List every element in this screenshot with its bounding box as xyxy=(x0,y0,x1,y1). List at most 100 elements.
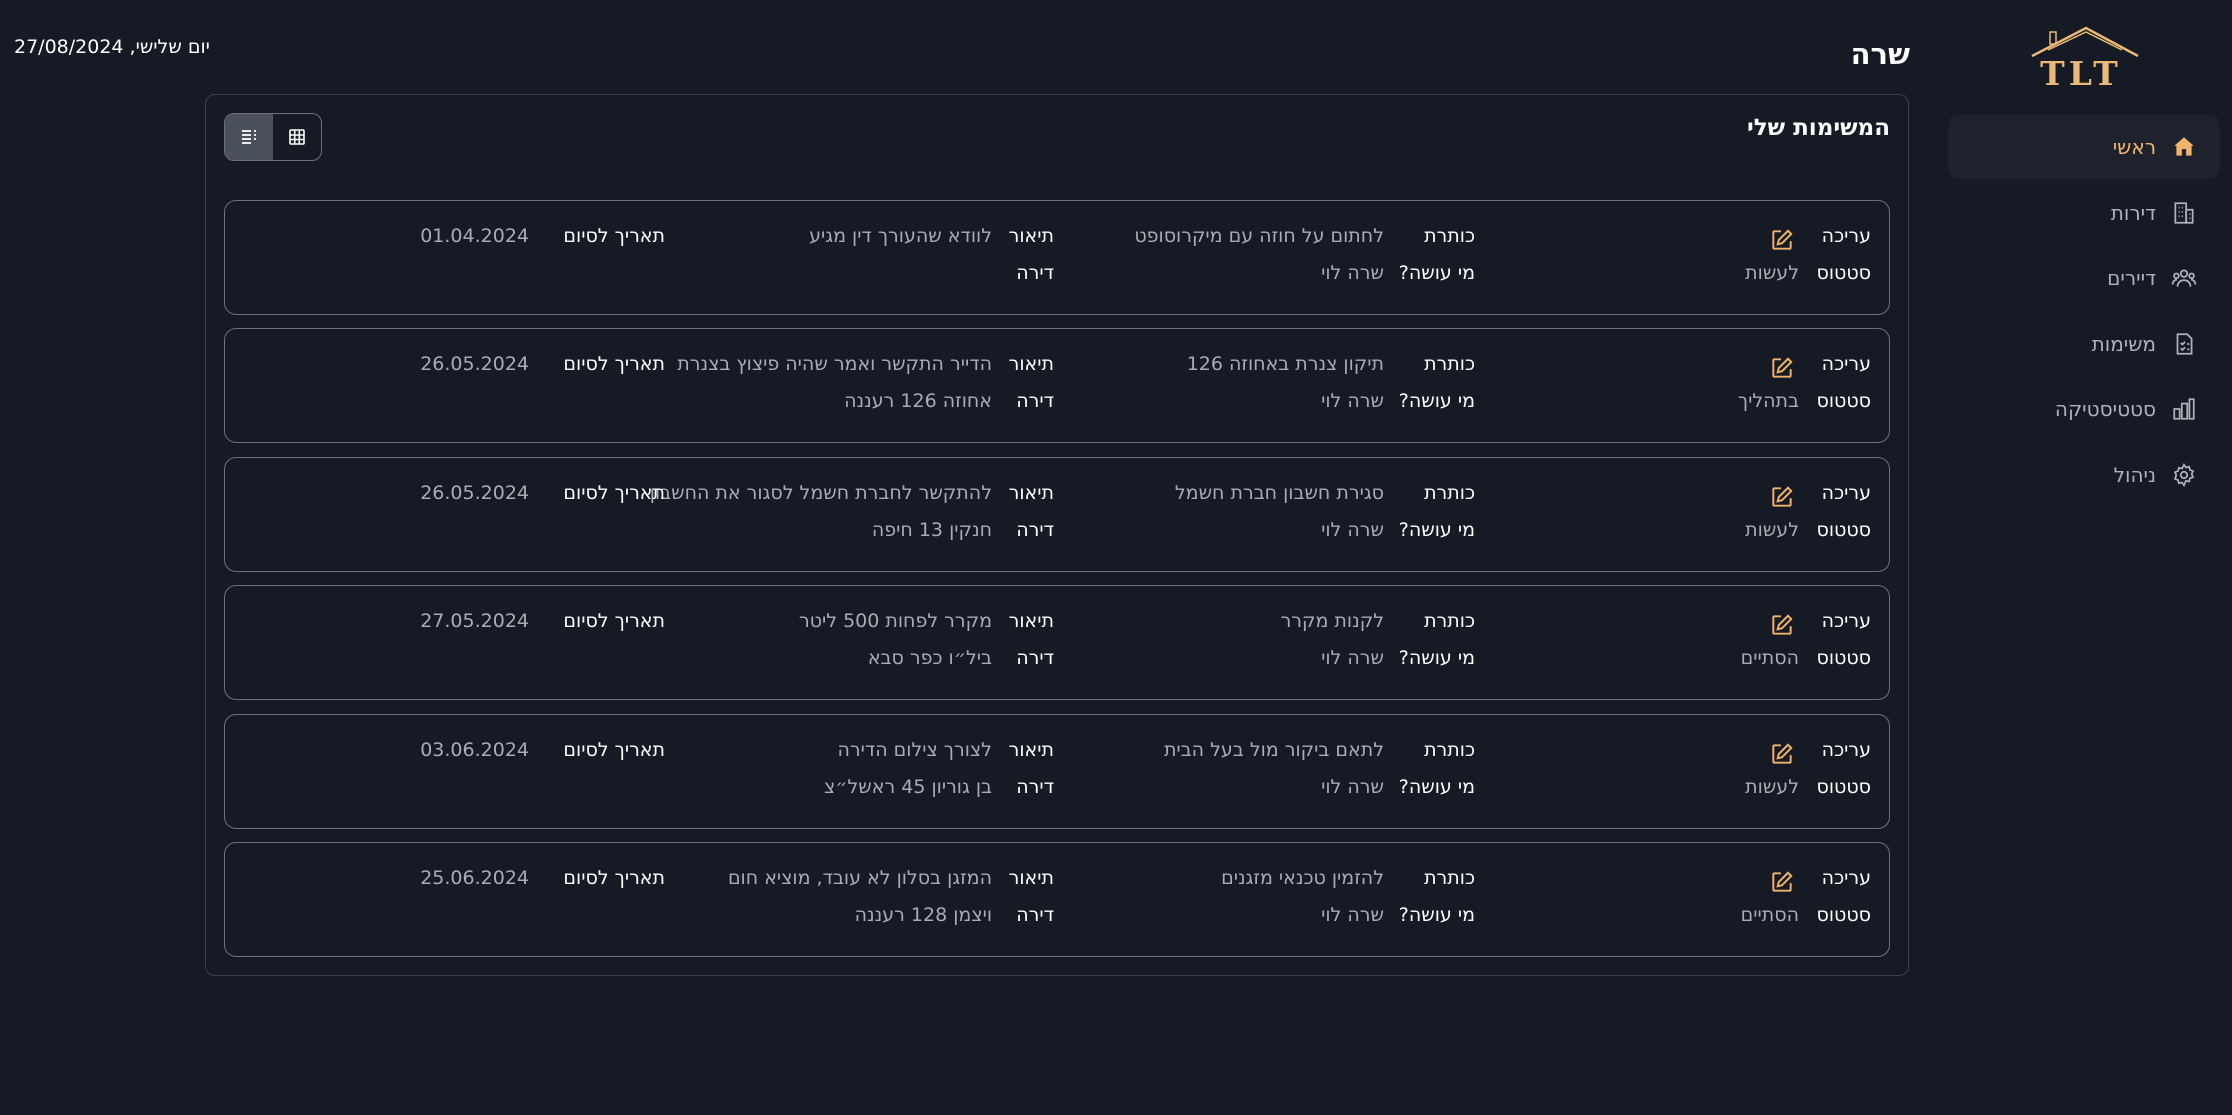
logo[interactable]: TLT xyxy=(2026,24,2146,96)
edit-icon[interactable] xyxy=(1769,227,1795,253)
end-date-label: תאריך לסיום xyxy=(563,353,665,375)
sidebar-item-label: דירות xyxy=(2110,201,2156,225)
building-icon xyxy=(2170,199,2198,227)
status-label: סטטוס xyxy=(1816,519,1871,541)
apartment-value: אחוזה 126 רעננה xyxy=(844,390,992,412)
title-value: לתאם ביקור מול בעל הבית xyxy=(1163,739,1384,761)
title-label: כותרת xyxy=(1424,225,1475,247)
list-view-button[interactable] xyxy=(225,114,273,160)
task-card: עריכה סטטוס לעשות כותרת לתאם ביקור מול בעל ה… xyxy=(224,714,1890,829)
edit-icon[interactable] xyxy=(1769,484,1795,510)
apartment-label: דירה xyxy=(1016,519,1054,541)
status-label: סטטוס xyxy=(1816,776,1871,798)
sidebar-item-management[interactable]: ניהול xyxy=(1948,443,2220,507)
apartment-label: דירה xyxy=(1016,390,1054,412)
description-label: תיאור xyxy=(1008,610,1054,632)
description-value: הדייר התקשר ואמר שהיה פיצוץ בצנרת xyxy=(677,353,992,375)
sidebar-item-label: ראשי xyxy=(2112,135,2156,159)
table-icon xyxy=(289,129,305,145)
title-value: סגירת חשבון חברת חשמל xyxy=(1174,482,1384,504)
apartment-label: דירה xyxy=(1016,776,1054,798)
status-label: סטטוס xyxy=(1816,647,1871,669)
title-label: כותרת xyxy=(1424,353,1475,375)
sidebar-item-label: דיירים xyxy=(2107,266,2156,290)
status-label: סטטוס xyxy=(1816,262,1871,284)
apartment-value: ביל״ו כפר סבא xyxy=(867,647,992,669)
task-card: עריכה סטטוס לעשות כותרת סגירת חשבון חברת חשמ… xyxy=(224,457,1890,572)
status-value: לעשות xyxy=(1745,519,1799,541)
tasks-icon xyxy=(2170,330,2198,358)
edit-label[interactable]: עריכה xyxy=(1822,739,1871,761)
edit-icon[interactable] xyxy=(1769,355,1795,381)
home-icon xyxy=(2170,133,2198,161)
sidebar-item-apartments[interactable]: דירות xyxy=(1948,181,2220,245)
description-value: לצורך צילום הדירה xyxy=(837,739,992,761)
edit-label[interactable]: עריכה xyxy=(1822,482,1871,504)
end-date-value: 26.05.2024 xyxy=(420,482,529,504)
edit-label[interactable]: עריכה xyxy=(1822,610,1871,632)
title-value: לקנות מקרר xyxy=(1280,610,1384,632)
sidebar-item-tenants[interactable]: דיירים xyxy=(1948,246,2220,310)
sidebar-item-statistics[interactable]: סטטיסטיקה xyxy=(1948,377,2220,441)
current-date: יום שלישי, 27/08/2024 xyxy=(14,36,210,58)
sidebar-item-tasks[interactable]: משימות xyxy=(1948,312,2220,376)
who-label: מי עושה? xyxy=(1398,262,1475,284)
description-value: לוודא שהעורך דין מגיע xyxy=(809,225,992,247)
who-value: שרה לוי xyxy=(1321,519,1384,541)
end-date-label: תאריך לסיום xyxy=(563,739,665,761)
task-card: עריכה סטטוס בתהליך כותרת תיקון צנרת באחוזה 1… xyxy=(224,328,1890,443)
title-label: כותרת xyxy=(1424,867,1475,889)
who-value: שרה לוי xyxy=(1321,390,1384,412)
who-label: מי עושה? xyxy=(1398,904,1475,926)
end-date-value: 25.06.2024 xyxy=(420,867,529,889)
end-date-value: 26.05.2024 xyxy=(420,353,529,375)
end-date-value: 01.04.2024 xyxy=(420,225,529,247)
title-value: תיקון צנרת באחוזה 126 xyxy=(1186,353,1384,375)
tasks-panel: המשימות שלי עריכה סטטוס לעשות כותרת לחתום על… xyxy=(205,94,1909,976)
apartment-value: בן גוריון 45 ראשל״צ xyxy=(823,776,992,798)
task-card: עריכה סטטוס הסתיים כותרת להזמין טכנאי מזגנים… xyxy=(224,842,1890,957)
status-label: סטטוס xyxy=(1816,390,1871,412)
description-value: להתקשר לחברת חשמל לסגור את החשבון xyxy=(649,482,992,504)
status-value: לעשות xyxy=(1745,262,1799,284)
edit-label[interactable]: עריכה xyxy=(1822,225,1871,247)
end-date-label: תאריך לסיום xyxy=(563,482,665,504)
sidebar: TLT ראשי דירות דיירים משימות סטטיסטיקה נ… xyxy=(1946,0,2232,1115)
title-label: כותרת xyxy=(1424,482,1475,504)
apartment-label: דירה xyxy=(1016,647,1054,669)
description-label: תיאור xyxy=(1008,739,1054,761)
description-label: תיאור xyxy=(1008,867,1054,889)
title-label: כותרת xyxy=(1424,739,1475,761)
edit-label[interactable]: עריכה xyxy=(1822,867,1871,889)
description-value: המזגן בסלון לא עובד, מוציא חום xyxy=(727,867,992,889)
task-card: עריכה סטטוס לעשות כותרת לחתום על חוזה עם מיק… xyxy=(224,200,1890,315)
who-value: שרה לוי xyxy=(1321,262,1384,284)
who-label: מי עושה? xyxy=(1398,647,1475,669)
edit-icon[interactable] xyxy=(1769,741,1795,767)
status-value: הסתיים xyxy=(1740,904,1799,926)
end-date-value: 03.06.2024 xyxy=(420,739,529,761)
who-value: שרה לוי xyxy=(1321,904,1384,926)
view-toggle xyxy=(224,113,322,161)
status-label: סטטוס xyxy=(1816,904,1871,926)
status-value: הסתיים xyxy=(1740,647,1799,669)
sidebar-item-label: ניהול xyxy=(2113,463,2156,487)
list-icon xyxy=(242,130,256,144)
grid-view-button[interactable] xyxy=(273,114,321,160)
status-value: לעשות xyxy=(1745,776,1799,798)
sidebar-item-label: סטטיסטיקה xyxy=(2054,397,2156,421)
edit-label[interactable]: עריכה xyxy=(1822,353,1871,375)
edit-icon[interactable] xyxy=(1769,869,1795,895)
description-label: תיאור xyxy=(1008,225,1054,247)
sidebar-item-home[interactable]: ראשי xyxy=(1948,115,2220,179)
apartment-label: דירה xyxy=(1016,262,1054,284)
edit-icon[interactable] xyxy=(1769,612,1795,638)
gear-icon xyxy=(2170,461,2198,489)
end-date-value: 27.05.2024 xyxy=(420,610,529,632)
panel-title: המשימות שלי xyxy=(1746,115,1890,141)
apartment-value: חנקין 13 חיפה xyxy=(871,519,992,541)
description-label: תיאור xyxy=(1008,353,1054,375)
logo-text: TLT xyxy=(2040,54,2122,93)
sidebar-item-label: משימות xyxy=(2091,332,2156,356)
end-date-label: תאריך לסיום xyxy=(563,867,665,889)
